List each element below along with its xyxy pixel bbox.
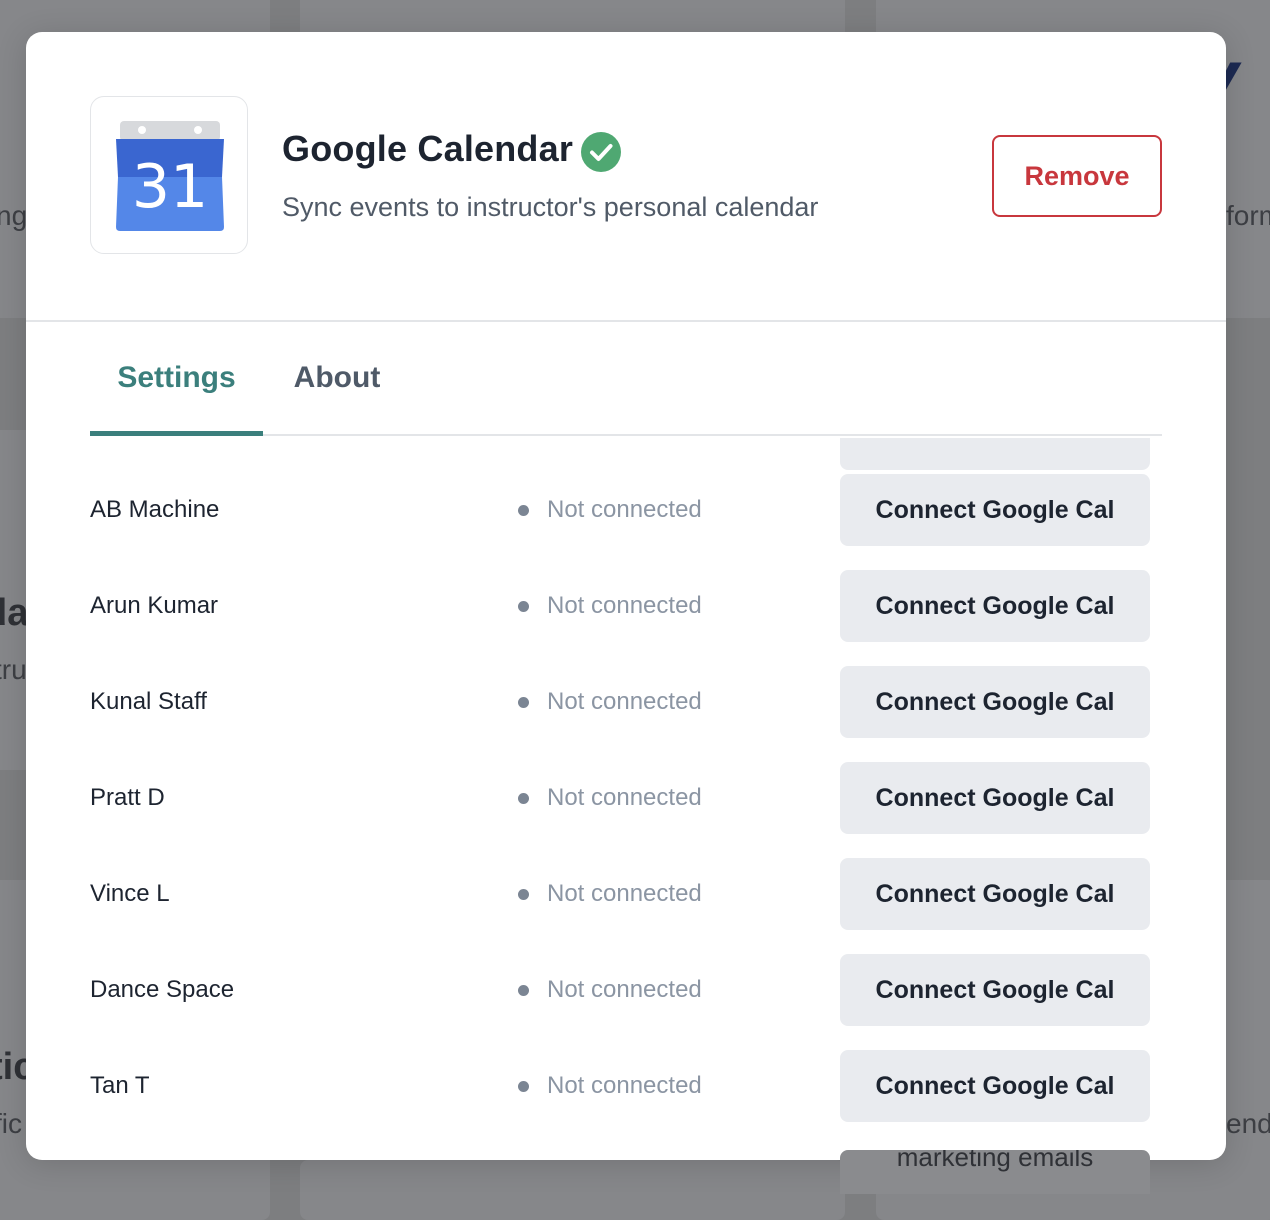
- integration-modal: 31 Google Calendar Sync events to instru…: [26, 32, 1226, 1160]
- status-text: Not connected: [547, 784, 702, 811]
- check-circle-icon: [581, 132, 621, 172]
- connect-google-cal-button[interactable]: Connect Google Cal: [840, 954, 1150, 1026]
- status-dot-icon: [518, 984, 529, 996]
- instructor-name: Kunal Staff: [90, 688, 207, 715]
- instructor-name: Dance Space: [90, 976, 235, 1003]
- tab-about[interactable]: About: [280, 322, 394, 434]
- instructor-name: Tan T: [90, 1072, 150, 1099]
- bg-card-text: form: [1226, 200, 1270, 231]
- bg-card-title: da: [0, 592, 29, 634]
- app-title: Google Calendar: [282, 128, 574, 169]
- connection-status: Not connected: [518, 654, 702, 750]
- bg-card-text: ng: [0, 200, 28, 231]
- connection-status: Not connected: [518, 462, 702, 558]
- bg-button-text: marketing emails: [896, 1150, 1094, 1172]
- remove-button[interactable]: Remove: [992, 135, 1162, 217]
- instructor-row: AB Machine Not connected Connect Google …: [26, 462, 1226, 558]
- instructor-name: AB Machine: [90, 496, 220, 523]
- app-icon-container: 31: [90, 96, 248, 254]
- connect-google-cal-button[interactable]: Connect Google Cal: [840, 762, 1150, 834]
- status-dot-icon: [518, 600, 529, 612]
- app-subtitle: Sync events to instructor's personal cal…: [282, 192, 819, 222]
- connect-google-cal-button[interactable]: Connect Google Cal: [840, 570, 1150, 642]
- connect-google-cal-button[interactable]: Connect Google Cal: [840, 858, 1150, 930]
- connection-status: Not connected: [518, 1038, 702, 1134]
- instructor-row: Vince L Not connected Connect Google Cal: [26, 846, 1226, 942]
- bg-card-text: fic: [0, 1108, 22, 1139]
- status-text: Not connected: [547, 496, 702, 523]
- bg-card-text: tru: [0, 654, 27, 685]
- modal-header: 31 Google Calendar Sync events to instru…: [26, 32, 1226, 322]
- bg-card-text: end: [1226, 1108, 1270, 1139]
- connection-status: Not connected: [518, 846, 702, 942]
- connect-google-cal-button[interactable]: Connect Google Cal: [840, 1050, 1150, 1122]
- instructor-row: Tan T Not connected Connect Google Cal: [26, 1038, 1226, 1134]
- status-dot-icon: [518, 1080, 529, 1092]
- connection-status: Not connected: [518, 558, 702, 654]
- bg-partial-button: marketing emails: [840, 1150, 1150, 1194]
- status-dot-icon: [518, 888, 529, 900]
- connection-status: Not connected: [518, 750, 702, 846]
- instructor-name: Vince L: [90, 880, 170, 907]
- status-text: Not connected: [547, 1072, 702, 1099]
- instructor-row: Pratt D Not connected Connect Google Cal: [26, 750, 1226, 846]
- bg-card: [300, 1160, 845, 1220]
- status-text: Not connected: [547, 880, 702, 907]
- status-text: Not connected: [547, 976, 702, 1003]
- status-text: Not connected: [547, 592, 702, 619]
- tab-settings[interactable]: Settings: [90, 322, 263, 436]
- tab-bar: Settings About: [90, 322, 1162, 436]
- instructor-name: Arun Kumar: [90, 592, 219, 619]
- google-calendar-icon: 31: [116, 121, 224, 231]
- instructor-name: Pratt D: [90, 784, 165, 811]
- connect-google-cal-button[interactable]: Connect Google Cal: [840, 666, 1150, 738]
- connection-status: Not connected: [518, 942, 702, 1038]
- instructor-row: Kunal Staff Not connected Connect Google…: [26, 654, 1226, 750]
- instructor-list[interactable]: AB Machine Not connected Connect Google …: [26, 438, 1226, 1160]
- instructor-row: Arun Kumar Not connected Connect Google …: [26, 558, 1226, 654]
- calendar-day-number: 31: [132, 152, 208, 222]
- connect-google-cal-button[interactable]: Connect Google Cal: [840, 474, 1150, 546]
- instructor-row: Dance Space Not connected Connect Google…: [26, 942, 1226, 1038]
- status-dot-icon: [518, 504, 529, 516]
- status-dot-icon: [518, 792, 529, 804]
- status-text: Not connected: [547, 688, 702, 715]
- status-dot-icon: [518, 696, 529, 708]
